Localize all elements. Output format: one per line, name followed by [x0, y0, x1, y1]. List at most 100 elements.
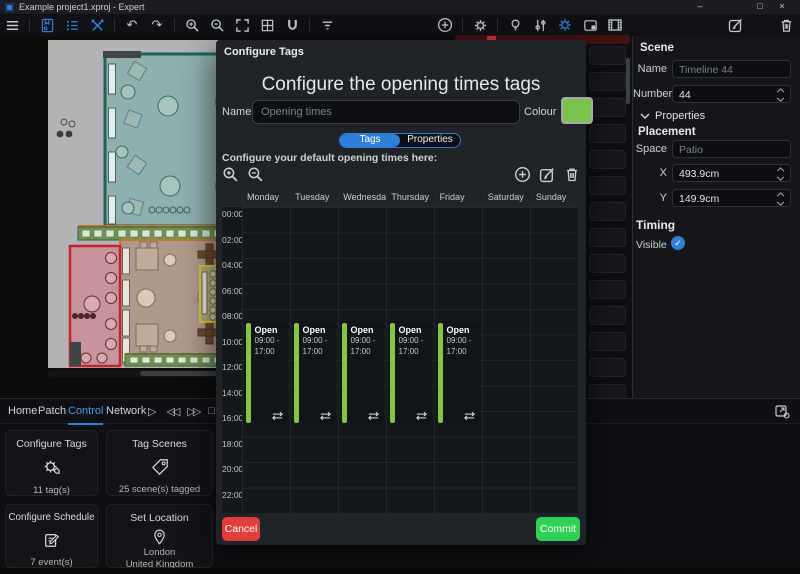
- effects-gear-icon[interactable]: [557, 17, 573, 33]
- tab-control[interactable]: Control: [68, 399, 104, 425]
- day-column-saturday[interactable]: [482, 207, 530, 513]
- delete-event-icon[interactable]: [564, 166, 580, 183]
- day-column-sunday[interactable]: [530, 207, 579, 513]
- zoom-in-icon[interactable]: [222, 166, 239, 183]
- opening-times-event[interactable]: Open 09:00 - 17:00: [388, 322, 432, 424]
- toggle-tags[interactable]: Tags: [340, 134, 400, 147]
- chevron-down-icon[interactable]: [776, 176, 785, 181]
- scene-list-item[interactable]: [589, 98, 626, 117]
- event-color-bar: [293, 323, 299, 423]
- play-icon[interactable]: ▷: [148, 405, 156, 418]
- day-column-monday[interactable]: Open 09:00 - 17:00: [242, 207, 290, 513]
- delete-scene-icon[interactable]: [778, 17, 794, 33]
- event-title: Open: [398, 325, 422, 335]
- chevron-down-icon[interactable]: [776, 201, 785, 206]
- add-icon[interactable]: [437, 17, 453, 33]
- scene-list-scrollbar[interactable]: [626, 58, 630, 104]
- maximize-button[interactable]: □: [752, 0, 768, 14]
- zoom-in-icon[interactable]: [184, 17, 200, 33]
- visible-checkbox[interactable]: ✓: [671, 236, 685, 250]
- chevron-up-icon[interactable]: [776, 167, 785, 172]
- chevron-down-icon[interactable]: [776, 97, 785, 102]
- week-calendar[interactable]: Monday Tuesday Wednesday Thursday Friday Satu…: [222, 190, 579, 513]
- edit-event-icon[interactable]: [539, 166, 556, 183]
- tab-home[interactable]: Home: [8, 399, 37, 423]
- tab-network[interactable]: Network: [106, 399, 146, 423]
- rewind-icon[interactable]: ◁◁: [166, 405, 180, 418]
- scene-list-item[interactable]: [589, 306, 626, 325]
- undo-icon[interactable]: ↶: [124, 17, 140, 33]
- zoom-out-icon[interactable]: [209, 17, 225, 33]
- cancel-button[interactable]: Cancel: [222, 517, 260, 541]
- magnet-icon[interactable]: [284, 17, 300, 33]
- toolbar-divider: [29, 18, 30, 32]
- day-header: Monday: [242, 190, 290, 206]
- scene-list-item[interactable]: [589, 150, 626, 169]
- stop-icon[interactable]: □: [208, 405, 215, 417]
- configure-schedule-card[interactable]: Configure Schedule 7 event(s): [5, 504, 98, 568]
- commit-button[interactable]: Commit: [536, 517, 580, 541]
- scene-list-item[interactable]: [589, 46, 626, 65]
- tools-icon[interactable]: [89, 17, 105, 33]
- scene-list-item[interactable]: [589, 254, 626, 273]
- scene-list-item[interactable]: [589, 202, 626, 221]
- fixtures-bulb-icon[interactable]: [507, 17, 523, 33]
- day-column-tuesday[interactable]: Open 09:00 - 17:00: [290, 207, 338, 513]
- fast-forward-icon[interactable]: ▷▷: [187, 405, 201, 418]
- filter-icon[interactable]: [319, 17, 335, 33]
- opening-times-event[interactable]: Open 09:00 - 17:00: [436, 322, 480, 424]
- fit-view-icon[interactable]: [234, 17, 250, 33]
- x-input[interactable]: 493.9cm: [672, 164, 791, 182]
- set-location-card[interactable]: Set Location London United Kingdom: [106, 504, 213, 570]
- y-input[interactable]: 149.9cm: [672, 189, 791, 207]
- minimize-button[interactable]: –: [692, 0, 708, 14]
- timeline-film-icon[interactable]: [607, 17, 623, 33]
- x-stepper[interactable]: [776, 167, 786, 181]
- opening-times-event[interactable]: Open 09:00 - 17:00: [292, 322, 336, 424]
- toggle-properties[interactable]: Properties: [400, 134, 460, 147]
- scene-list-item[interactable]: [589, 332, 626, 351]
- chevron-up-icon[interactable]: [776, 192, 785, 197]
- grid-icon[interactable]: [259, 17, 275, 33]
- scene-list-item[interactable]: [589, 176, 626, 195]
- scene-name-input[interactable]: Timeline 44: [672, 60, 791, 78]
- y-label: Y: [659, 192, 667, 204]
- scene-list-item[interactable]: [589, 228, 626, 247]
- day-column-thursday[interactable]: Open 09:00 - 17:00: [386, 207, 434, 513]
- configure-tags-card[interactable]: Configure Tags 11 tag(s): [5, 430, 98, 496]
- time-label: 00:00: [222, 209, 244, 219]
- opening-times-event[interactable]: Open 09:00 - 17:00: [340, 322, 384, 424]
- calendar-grid[interactable]: 00:00 02:00 04:00 06:00 08:00 10:00 12:00 14:00…: [222, 206, 579, 513]
- menu-icon[interactable]: [4, 17, 20, 33]
- scene-list-icon[interactable]: [64, 17, 80, 33]
- day-column-wednesday[interactable]: Open 09:00 - 17:00: [338, 207, 386, 513]
- edit-scene-icon[interactable]: [728, 17, 744, 33]
- redo-icon[interactable]: ↷: [149, 17, 165, 33]
- tab-patch[interactable]: Patch: [38, 399, 66, 423]
- detach-panel-icon[interactable]: [774, 403, 790, 419]
- sliders-icon[interactable]: [532, 17, 548, 33]
- day-column-friday[interactable]: Open 09:00 - 17:00: [434, 207, 482, 513]
- settings-gear-icon[interactable]: [472, 17, 488, 33]
- opening-times-event[interactable]: Open 09:00 - 17:00: [244, 322, 288, 424]
- scene-number-input[interactable]: 44: [672, 85, 791, 103]
- scene-list-item[interactable]: [589, 72, 626, 91]
- colour-swatch[interactable]: [561, 97, 593, 124]
- properties-collapse-toggle[interactable]: Properties: [640, 110, 705, 122]
- close-button[interactable]: ×: [774, 0, 790, 14]
- scene-list-item[interactable]: [589, 280, 626, 299]
- space-input[interactable]: Patio: [672, 140, 791, 158]
- tag-scenes-card[interactable]: Tag Scenes 25 scene(s) tagged: [106, 430, 213, 496]
- chevron-up-icon[interactable]: [776, 88, 785, 93]
- app-icon: [5, 2, 14, 12]
- save-project-icon[interactable]: [39, 17, 55, 33]
- scene-list-item[interactable]: [589, 358, 626, 377]
- scene-list-item[interactable]: [589, 124, 626, 143]
- zoom-out-icon[interactable]: [247, 166, 264, 183]
- tag-name-input[interactable]: Opening times: [252, 100, 520, 124]
- y-stepper[interactable]: [776, 192, 786, 206]
- panel-icon[interactable]: [582, 17, 598, 33]
- add-event-icon[interactable]: [514, 166, 531, 183]
- scene-list[interactable]: [586, 36, 632, 429]
- number-stepper[interactable]: [776, 88, 786, 102]
